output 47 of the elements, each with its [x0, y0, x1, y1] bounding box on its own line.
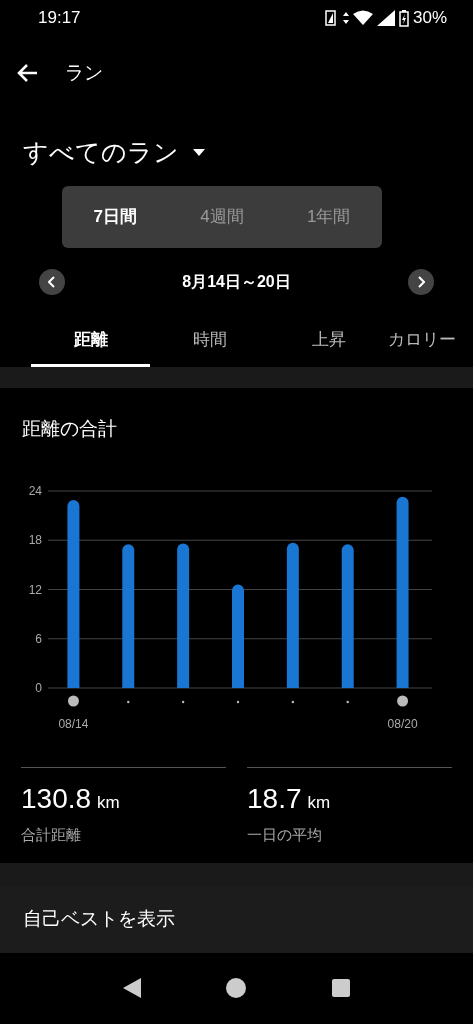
- next-week-button[interactable]: [408, 268, 434, 295]
- run-filter-dropdown[interactable]: すべてのラン: [23, 134, 205, 172]
- day-marker-dot: [181, 700, 185, 704]
- personal-best-row[interactable]: 自己ベストを表示: [0, 885, 473, 953]
- x-tick-label: 08/20: [387, 717, 418, 731]
- y-tick-label: 18: [28, 533, 42, 548]
- screen-title: ラン: [65, 60, 103, 85]
- metric-tab[interactable]: カロリー: [388, 315, 456, 367]
- home-nav-icon[interactable]: [225, 977, 248, 1000]
- period-tab[interactable]: 1年間: [275, 185, 382, 248]
- status-time: 19:17: [38, 7, 81, 30]
- stat-value: 18.7: [247, 782, 302, 816]
- day-marker-dot: [236, 700, 240, 704]
- period-tab[interactable]: 4週間: [168, 185, 276, 248]
- back-arrow-icon: [16, 63, 38, 83]
- y-tick-label: 24: [28, 484, 42, 498]
- wifi-icon: [352, 10, 373, 26]
- y-tick-label: 6: [35, 631, 42, 646]
- stat-unit: km: [307, 792, 331, 814]
- day-marker-dot: [397, 695, 409, 707]
- battery-charging-icon: [398, 9, 409, 27]
- y-tick-label: 0: [35, 681, 42, 695]
- day-marker-dot: [127, 700, 130, 704]
- metric-tab[interactable]: 上昇: [269, 315, 388, 367]
- metric-tab[interactable]: 時間: [150, 315, 269, 367]
- stat-value: 130.8: [21, 782, 92, 816]
- day-marker-dot: [291, 700, 295, 704]
- date-range: 8月14日～20日: [182, 271, 291, 292]
- day-marker-dot: [346, 700, 349, 704]
- recents-nav-icon[interactable]: [331, 978, 352, 999]
- chevron-right-icon: [417, 275, 425, 288]
- battery-percentage: 30%: [412, 7, 447, 30]
- card-title: 距離の合計: [22, 416, 117, 441]
- stat-unit: km: [97, 792, 120, 814]
- dropdown-caret-icon: [193, 149, 205, 157]
- back-nav-icon[interactable]: [121, 977, 142, 1000]
- stat-label: 一日の平均: [247, 825, 322, 845]
- period-tab[interactable]: 7日間: [62, 185, 169, 248]
- signal-icon: [376, 10, 395, 26]
- day-marker-dot: [67, 695, 79, 707]
- battery-saver-icon: [324, 10, 339, 26]
- previous-week-button[interactable]: [39, 268, 65, 295]
- x-tick-label: 08/14: [58, 717, 89, 731]
- data-arrows-icon: [342, 11, 349, 25]
- stat-label: 合計距離: [21, 825, 81, 845]
- chevron-left-icon: [48, 275, 56, 288]
- y-tick-label: 12: [28, 582, 42, 597]
